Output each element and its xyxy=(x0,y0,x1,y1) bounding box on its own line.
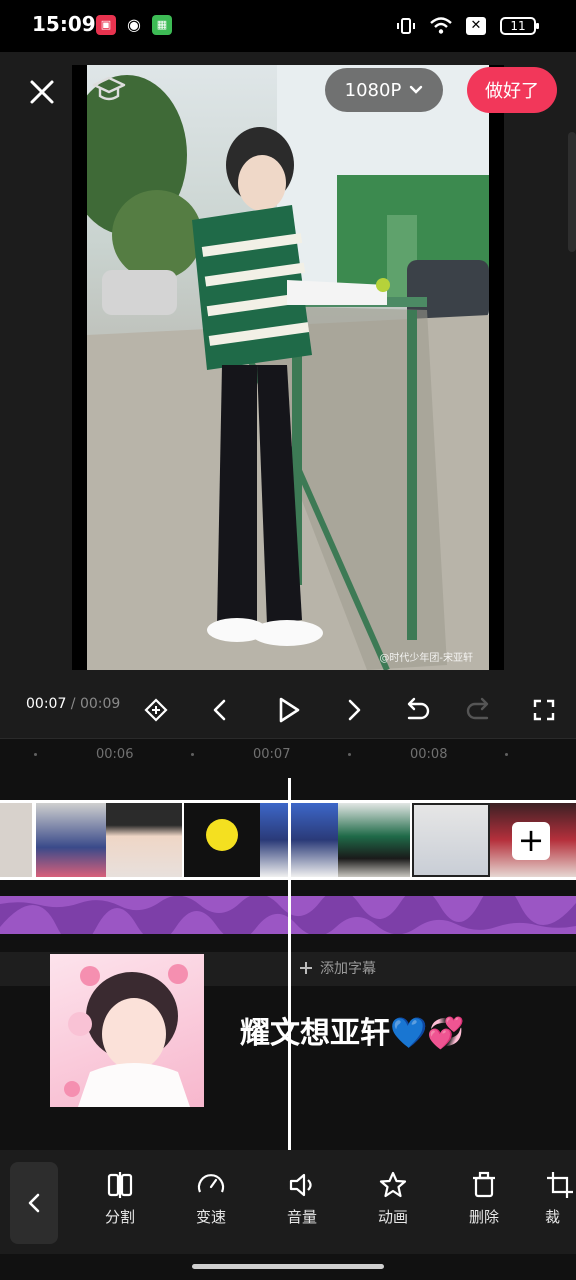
tool-label: 变速 xyxy=(195,1208,226,1226)
play-icon[interactable] xyxy=(268,690,308,730)
edit-toolbar: 分割 变速 音量 动画 删除 裁 xyxy=(0,1150,576,1254)
clip-detail xyxy=(206,819,238,851)
tick-label: 00:08 xyxy=(410,747,448,762)
tutorial-hat-icon[interactable] xyxy=(92,74,126,106)
time-ruler[interactable]: 00:06 00:07 00:08 xyxy=(0,738,576,778)
tool-crop[interactable]: 裁 xyxy=(545,1170,576,1227)
total-time: 00:09 xyxy=(79,696,121,712)
done-button[interactable]: 做好了 xyxy=(467,67,557,113)
redo-icon[interactable] xyxy=(460,690,500,730)
tool-label: 动画 xyxy=(377,1208,408,1226)
tick-label: 00:06 xyxy=(96,747,134,762)
chevron-down-icon xyxy=(410,85,423,94)
delete-icon xyxy=(473,1171,495,1198)
screen-recorder-icon: ▣ xyxy=(96,15,116,35)
no-sim-icon: ✕ xyxy=(466,17,486,35)
fullscreen-icon[interactable] xyxy=(524,690,564,730)
add-subtitle-button[interactable]: 添加字幕 xyxy=(298,958,376,978)
tool-split[interactable]: 分割 xyxy=(90,1170,150,1227)
split-icon xyxy=(107,1172,133,1198)
add-clip-button[interactable]: + xyxy=(512,822,550,860)
vibrate-icon xyxy=(397,18,415,34)
next-frame-icon[interactable] xyxy=(334,690,374,730)
tool-label: 裁 xyxy=(545,1208,561,1226)
tool-label: 音量 xyxy=(286,1208,317,1226)
add-subtitle-label: 添加字幕 xyxy=(320,961,376,977)
plus-icon xyxy=(300,962,312,974)
resolution-button[interactable]: 1080P xyxy=(325,68,443,112)
clip-thumbnail[interactable] xyxy=(0,803,32,877)
clip-thumbnail[interactable] xyxy=(106,803,182,877)
preview-photo: @时代少年团-宋亚轩 xyxy=(87,65,489,670)
animation-icon xyxy=(379,1171,407,1198)
speed-icon xyxy=(197,1174,225,1193)
tool-delete[interactable]: 删除 xyxy=(454,1170,514,1227)
playhead[interactable] xyxy=(288,778,291,1150)
keyframe-icon[interactable] xyxy=(136,690,176,730)
battery-indicator: 11 xyxy=(500,17,539,35)
crop-icon xyxy=(547,1172,573,1198)
undo-icon[interactable] xyxy=(396,690,436,730)
tool-label: 分割 xyxy=(104,1208,135,1226)
clip-thumbnail[interactable] xyxy=(36,803,106,877)
status-time: 15:09 xyxy=(32,12,96,36)
tick-dot xyxy=(505,753,508,756)
sticker-overlay[interactable] xyxy=(50,954,204,1107)
time-separator: / xyxy=(66,696,80,712)
resolution-label: 1080P xyxy=(344,79,402,101)
tool-animation[interactable]: 动画 xyxy=(363,1170,423,1227)
toolbar-back-button[interactable] xyxy=(10,1162,58,1244)
clip-thumbnail-selected[interactable] xyxy=(412,803,490,877)
volume-icon xyxy=(289,1173,312,1197)
tool-label: 删除 xyxy=(468,1208,499,1226)
playback-controls: 00:07 / 00:09 xyxy=(0,682,576,738)
side-panel-handle[interactable] xyxy=(568,132,576,252)
tick-dot xyxy=(34,753,37,756)
watermark: @时代少年团-宋亚轩 xyxy=(379,653,473,664)
tick-label: 00:07 xyxy=(253,747,291,762)
time-display: 00:07 / 00:09 xyxy=(26,696,120,712)
previous-frame-icon[interactable] xyxy=(200,690,240,730)
chevron-left-icon xyxy=(28,1193,40,1213)
app-notification-icon: ▦ xyxy=(152,15,172,35)
clip-thumbnail[interactable] xyxy=(338,803,410,877)
clip-thumbnail[interactable] xyxy=(184,803,260,877)
current-time: 00:07 xyxy=(26,696,67,712)
tool-volume[interactable]: 音量 xyxy=(272,1170,332,1227)
home-indicator[interactable] xyxy=(192,1264,384,1269)
text-overlay-clip[interactable]: 耀文想亚轩💙💞 xyxy=(240,1008,465,1052)
clip-thumbnail[interactable] xyxy=(260,803,338,877)
weibo-icon: ◉ xyxy=(127,15,141,34)
wifi-icon xyxy=(430,17,452,34)
status-bar: 15:09 ▣ ◉ ▦ ✕ 11 xyxy=(0,0,576,52)
video-preview[interactable]: @时代少年团-宋亚轩 xyxy=(72,65,504,670)
tool-speed[interactable]: 变速 xyxy=(181,1170,241,1227)
timeline[interactable]: 00:06 00:07 00:08 + 添加字幕 耀文想亚轩💙💞 xyxy=(0,738,576,1150)
close-icon[interactable] xyxy=(22,72,62,112)
tick-dot xyxy=(191,753,194,756)
tick-dot xyxy=(348,753,351,756)
preview-area: @时代少年团-宋亚轩 1080P 做好了 xyxy=(0,52,576,682)
